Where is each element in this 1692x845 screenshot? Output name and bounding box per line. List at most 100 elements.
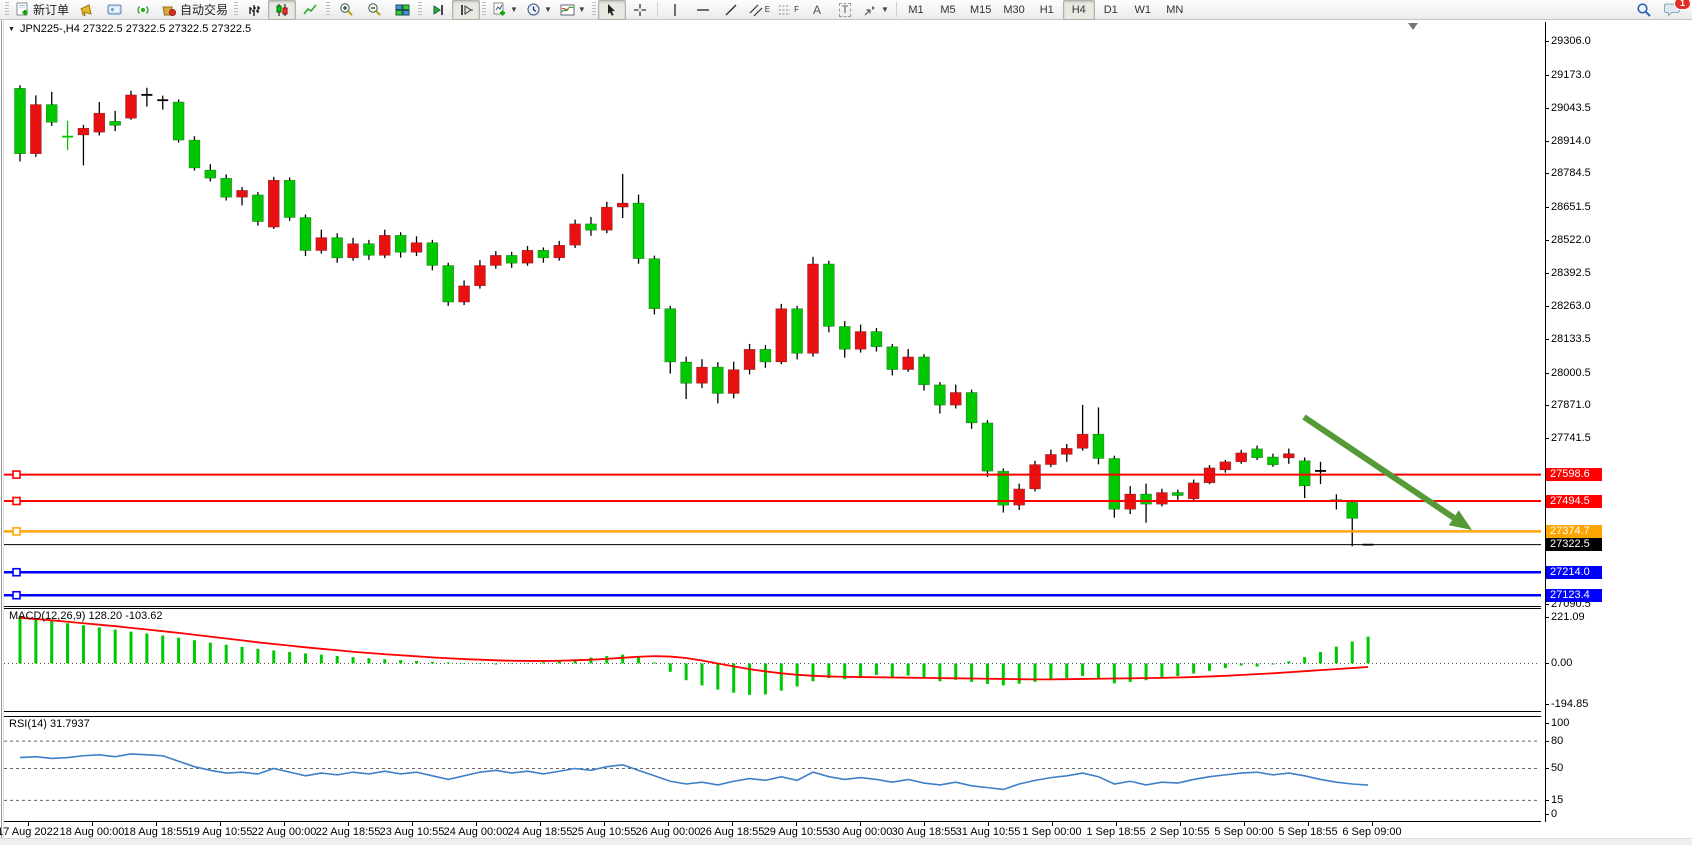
axis-tick [1545, 240, 1549, 241]
hline-handle[interactable] [13, 471, 20, 478]
text-icon: A [813, 3, 821, 17]
megaphone-button[interactable] [73, 0, 101, 20]
time-label: 6 Sep 09:00 [1342, 826, 1401, 838]
templates-button[interactable]: ▼ [556, 0, 590, 20]
candlestick-button[interactable] [268, 0, 296, 20]
new-order-button[interactable]: 新订单 [11, 0, 73, 20]
timeframe-group: M1M5M15M30H1H4D1W1MN [900, 0, 1191, 20]
axis-tick-label: 28000.5 [1551, 367, 1591, 379]
axis-tick-label: 28133.5 [1551, 333, 1591, 345]
line-chart-button[interactable] [296, 0, 324, 20]
chart-shift-icon [459, 3, 474, 17]
chart-shift-button[interactable] [452, 0, 480, 20]
timeframe-h4[interactable]: H4 [1063, 0, 1095, 20]
auto-scroll-icon [431, 3, 446, 17]
toolbar-grip [418, 2, 422, 17]
time-label: 31 Aug 10:55 [956, 826, 1021, 838]
toolbar: 新订单 自动交易 ▼ ▼ [0, 0, 1692, 20]
search-icon [1636, 2, 1652, 18]
time-label: 30 Aug 00:00 [828, 826, 893, 838]
toolbar-grip [482, 2, 486, 17]
window-border [1, 20, 2, 844]
periods-button[interactable]: ▼ [522, 0, 556, 20]
axis-tick [1545, 373, 1549, 374]
terminal-icon [107, 3, 123, 17]
terminal-button[interactable] [101, 0, 129, 20]
price-line-badge: 27322.5 [1546, 538, 1602, 551]
timeframe-d1[interactable]: D1 [1095, 0, 1127, 20]
time-label: 26 Aug 18:55 [700, 826, 765, 838]
tile-windows-icon [395, 3, 410, 17]
search-button[interactable] [1630, 0, 1658, 20]
time-label: 23 Aug 10:55 [380, 826, 445, 838]
horizontal-line-button[interactable] [689, 0, 717, 20]
trendline-button[interactable] [717, 0, 745, 20]
fibonacci-icon [778, 3, 793, 17]
timeframe-w1[interactable]: W1 [1127, 0, 1159, 20]
zoom-in-button[interactable] [332, 0, 360, 20]
arrows-button[interactable]: ▼ [859, 0, 893, 20]
axis-tick-label: 29043.5 [1551, 102, 1591, 114]
timeframe-m15[interactable]: M15 [964, 0, 997, 20]
price-line-badge: 27214.0 [1546, 566, 1602, 579]
channel-button[interactable]: E [745, 0, 774, 20]
axis-tick-label: 50 [1551, 762, 1563, 774]
axis-tick-label: 29173.0 [1551, 69, 1591, 81]
trend-arrow-annotation[interactable] [1304, 417, 1472, 530]
rsi-pane[interactable] [4, 716, 1541, 822]
hline-handle[interactable] [13, 569, 20, 576]
timeframe-m5[interactable]: M5 [932, 0, 964, 20]
rsi-label: RSI(14) 31.7937 [9, 718, 90, 730]
macd-pane[interactable] [4, 608, 1541, 712]
axis-tick-label: 28263.0 [1551, 300, 1591, 312]
hline-handle[interactable] [13, 498, 20, 505]
rsi-chart [4, 717, 1539, 821]
timeframe-mn[interactable]: MN [1159, 0, 1191, 20]
axis-tick [1545, 405, 1549, 406]
new-order-icon [15, 2, 30, 17]
bar-chart-button[interactable] [240, 0, 268, 20]
fibonacci-button[interactable]: F [774, 0, 803, 20]
crosshair-button[interactable] [626, 0, 654, 20]
notifications-button[interactable]: 1 [1658, 0, 1686, 20]
toolbar-grip [326, 2, 330, 17]
main-price-pane[interactable] [4, 22, 1541, 607]
hline-handle[interactable] [13, 528, 20, 535]
cursor-button[interactable] [598, 0, 626, 20]
time-label: 1 Sep 00:00 [1022, 826, 1081, 838]
zoom-out-button[interactable] [360, 0, 388, 20]
templates-icon [560, 3, 575, 17]
chevron-down-icon: ▼ [578, 5, 586, 14]
chart-info-line[interactable]: ▼ JPN225-,H4 27322.5 27322.5 27322.5 273… [8, 23, 251, 35]
time-label: 18 Aug 00:00 [60, 826, 125, 838]
axis-tick [1545, 207, 1549, 208]
price-line-badge: 27374.7 [1546, 525, 1602, 538]
arrows-icon [863, 3, 878, 17]
toolbar-grip [592, 2, 596, 17]
timeframe-h1[interactable]: H1 [1031, 0, 1063, 20]
tile-windows-button[interactable] [388, 0, 416, 20]
timeframe-m30[interactable]: M30 [997, 0, 1030, 20]
collapse-icon[interactable]: ▼ [8, 26, 15, 33]
axis-tick [1545, 800, 1549, 801]
macd-chart [4, 609, 1539, 711]
auto-trading-button[interactable]: 自动交易 [157, 0, 232, 20]
auto-trading-label: 自动交易 [180, 1, 228, 18]
fibo-letter: F [794, 5, 799, 14]
text-button[interactable]: A [803, 0, 831, 20]
channel-letter: E [765, 5, 770, 14]
auto-scroll-button[interactable] [424, 0, 452, 20]
vertical-line-button[interactable] [661, 0, 689, 20]
axis-tick [1545, 741, 1549, 742]
indicators-button[interactable]: ▼ [488, 0, 522, 20]
text-label-button[interactable]: T [831, 0, 859, 20]
timeframe-m1[interactable]: M1 [900, 0, 932, 20]
symbol-ohlc-text: JPN225-,H4 27322.5 27322.5 27322.5 27322… [20, 23, 251, 35]
signal-button[interactable] [129, 0, 157, 20]
hline-handle[interactable] [13, 592, 20, 599]
crosshair-icon [633, 3, 647, 17]
axis-tick [1545, 604, 1549, 605]
axis-tick [1545, 41, 1549, 42]
macd-label: MACD(12,26,9) 128.20 -103.62 [9, 610, 162, 622]
periods-icon [526, 2, 541, 17]
